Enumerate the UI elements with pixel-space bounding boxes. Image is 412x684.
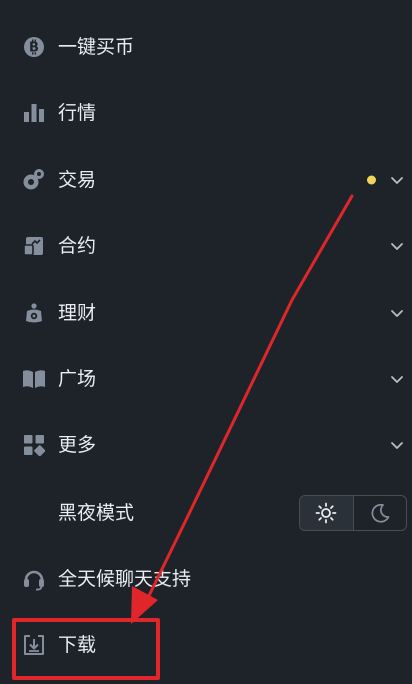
menu-item-trade[interactable]: 交易 [0, 147, 412, 213]
dark-mode-option[interactable] [354, 496, 407, 530]
menu-item-label: 下载 [58, 634, 97, 656]
menu-item-label: 广场 [58, 368, 97, 390]
menu-item-label: 全天候聊天支持 [58, 568, 192, 590]
menu-item-futures[interactable]: 合约 [0, 213, 412, 279]
menu-item-support[interactable]: 全天候聊天支持 [0, 546, 412, 612]
menu-item-label: 交易 [58, 169, 97, 191]
menu-item-label: 行情 [58, 102, 97, 124]
chevron-down-icon[interactable] [390, 173, 404, 187]
menu-item-label: 合约 [58, 235, 97, 257]
headset-icon [22, 567, 46, 591]
side-menu-screen: B 一键买币 行情 交易 合约 理财 广场 更多 黑夜模式 全天候聊天支持 下载 [0, 0, 412, 684]
contract-icon [22, 234, 46, 258]
bitcoin-coin-icon: B [22, 35, 46, 59]
menu-item-label: 一键买币 [58, 36, 135, 58]
menu-item-markets[interactable]: 行情 [0, 80, 412, 146]
sun-icon [315, 502, 337, 524]
menu-item-earn[interactable]: 理财 [0, 280, 412, 346]
menu-item-square[interactable]: 广场 [0, 346, 412, 412]
earn-icon [22, 301, 46, 325]
trade-icon [22, 168, 46, 192]
menu-item-download[interactable]: 下载 [0, 612, 412, 678]
menu-item-buy-crypto[interactable]: B 一键买币 [0, 14, 412, 80]
menu-item-label: 理财 [58, 302, 97, 324]
notification-dot [367, 175, 376, 185]
svg-text:B: B [29, 41, 39, 56]
chevron-down-icon[interactable] [390, 372, 404, 386]
chevron-down-icon[interactable] [390, 306, 404, 320]
chevron-down-icon[interactable] [390, 239, 404, 253]
theme-toggle[interactable] [299, 495, 407, 531]
bar-chart-icon [22, 101, 46, 125]
download-icon [22, 633, 46, 657]
grid-icon [22, 433, 46, 457]
chevron-down-icon[interactable] [390, 438, 404, 452]
menu-item-more[interactable]: 更多 [0, 412, 412, 478]
book-icon [22, 367, 46, 391]
light-mode-option[interactable] [300, 496, 354, 530]
menu-item-dark-mode: 黑夜模式 [0, 480, 412, 546]
menu-item-label: 更多 [58, 434, 97, 456]
moon-icon [371, 503, 390, 523]
menu-item-label: 黑夜模式 [58, 502, 135, 524]
